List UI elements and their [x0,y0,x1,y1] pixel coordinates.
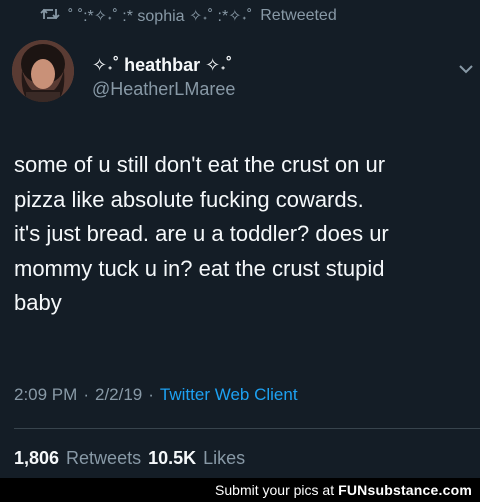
likes-count[interactable]: 10.5K [148,448,196,469]
user-handle[interactable]: @HeatherLMaree [92,79,235,100]
likes-label[interactable]: Likes [203,448,245,469]
tweet-line: pizza like absolute fucking cowards. [14,186,364,212]
display-name[interactable]: ✧˖˚ heathbar ✧˖˚ [92,55,232,76]
retweeted-label: Retweeted [260,7,337,24]
tweet-line: some of u still don't eat the crust on u… [14,152,386,177]
retweet-header: ˚ ˚:*✧˖˚ :* sophia ✧˖˚ :*✧˖˚ Retweeted [40,6,337,26]
retweeter-name[interactable]: ˚ ˚:*✧˖˚ :* sophia ✧˖˚ :*✧˖˚ [68,6,252,26]
watermark-footer: Submit your pics at FUNsubstance.com [0,478,480,502]
retweet-icon [40,6,60,27]
tweet-date[interactable]: 2/2/19 [95,385,142,405]
footer-brand: FUNsubstance.com [338,482,472,498]
divider [14,428,480,429]
tweet-text: some of u still don't eat the crust on u… [14,148,474,321]
chevron-down-icon[interactable] [458,62,474,74]
tweet-line: it's just bread. are u a toddler? does u… [14,221,389,246]
client-link[interactable]: Twitter Web Client [160,385,298,405]
tweet-line: baby [14,290,62,315]
retweets-label[interactable]: Retweets [66,448,141,469]
footer-prefix: Submit your pics at [215,482,335,498]
avatar[interactable] [12,40,74,102]
tweet-stats: 1,806 Retweets 10.5K Likes [14,448,245,469]
tweet-meta: 2:09 PM · 2/2/19 · Twitter Web Client [14,385,298,405]
meta-separator: · [148,385,154,404]
retweets-count[interactable]: 1,806 [14,448,59,469]
meta-separator: · [83,385,89,404]
tweet-line: mommy tuck u in? eat the crust stupid [14,255,385,281]
tweet-time[interactable]: 2:09 PM [14,385,77,405]
